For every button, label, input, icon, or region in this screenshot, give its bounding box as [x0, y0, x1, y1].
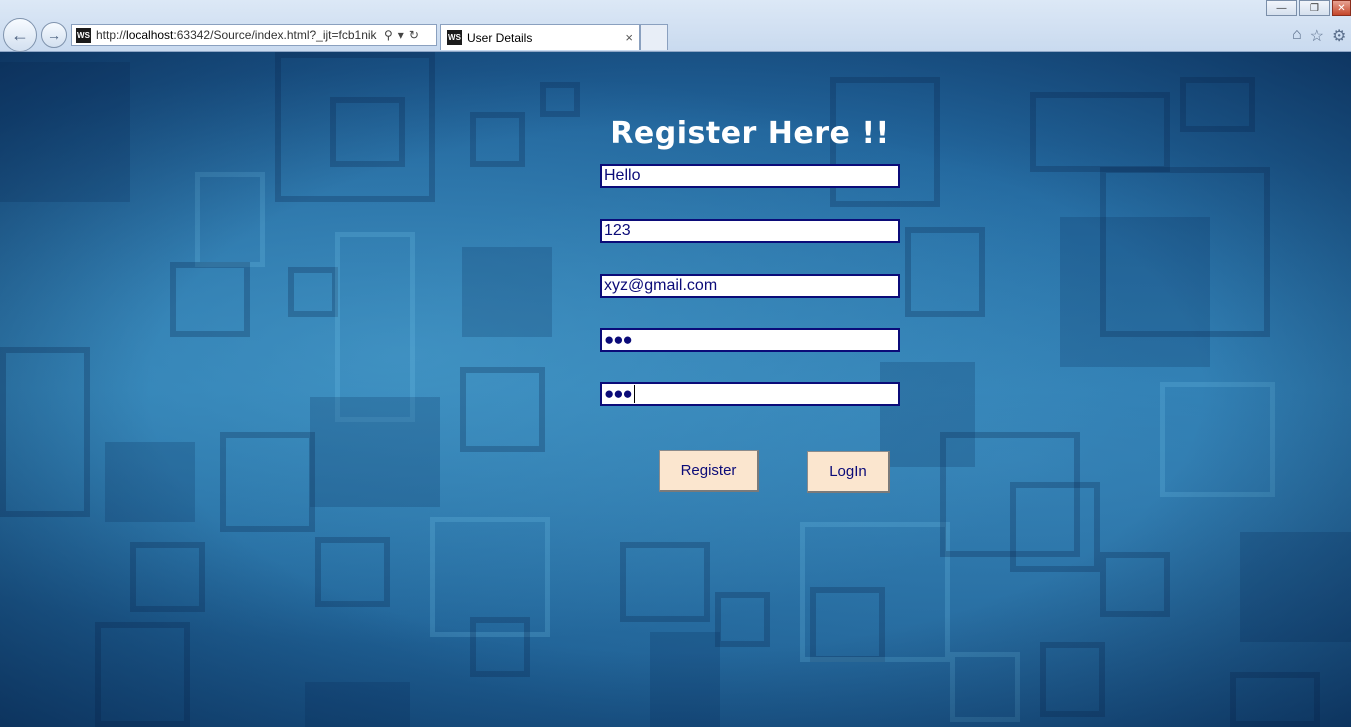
- url-rest: :63342/Source/index.html?_ijt=fcb1nik: [173, 28, 377, 42]
- dropdown-icon[interactable]: ▾: [398, 28, 404, 42]
- tab-close-icon[interactable]: ×: [625, 30, 633, 45]
- confirm-password-value: ●●●: [604, 384, 633, 403]
- url-prefix: http://: [96, 28, 127, 42]
- favorites-star-icon[interactable]: ☆: [1310, 26, 1324, 46]
- minimize-button[interactable]: —: [1266, 0, 1297, 16]
- forward-arrow-icon: →: [47, 27, 61, 43]
- email-value: xyz@gmail.com: [604, 277, 718, 294]
- password-value: ●●●: [604, 330, 633, 349]
- restore-icon: ❐: [1310, 2, 1319, 14]
- new-tab-button[interactable]: [640, 24, 668, 50]
- tab-title: User Details: [467, 30, 533, 45]
- page-title: Register Here !!: [610, 116, 890, 151]
- search-icon[interactable]: ⚲: [384, 28, 393, 42]
- webstorm-favicon-icon: WS: [76, 27, 91, 43]
- password-input[interactable]: ●●●: [600, 328, 900, 352]
- number-value: 123: [604, 222, 631, 239]
- minimize-icon: —: [1276, 2, 1287, 14]
- close-button[interactable]: ✕: [1332, 0, 1351, 16]
- username-value: Hello: [604, 167, 641, 184]
- email-input[interactable]: xyz@gmail.com: [600, 274, 900, 298]
- tab-user-details[interactable]: WS User Details ×: [440, 24, 640, 50]
- forward-button[interactable]: →: [41, 22, 67, 48]
- settings-gear-icon[interactable]: ⚙: [1332, 26, 1346, 46]
- text-caret: [633, 385, 635, 403]
- home-icon[interactable]: ⌂: [1292, 26, 1302, 46]
- register-button[interactable]: Register: [659, 450, 759, 492]
- url-text[interactable]: http://localhost:63342/Source/index.html…: [96, 28, 380, 42]
- page-content: Register Here !! Hello 123 xyz@gmail.com…: [0, 52, 1351, 727]
- back-button[interactable]: ←: [3, 18, 37, 52]
- confirm-password-input[interactable]: ●●●: [600, 382, 900, 406]
- tab-favicon-icon: WS: [447, 30, 462, 45]
- url-host: localhost: [126, 28, 174, 42]
- refresh-icon[interactable]: ↻: [409, 28, 419, 42]
- back-arrow-icon: ←: [11, 24, 29, 45]
- number-input[interactable]: 123: [600, 219, 900, 243]
- browser-chrome: ← → WS http://localhost:63342/Source/ind…: [0, 0, 1351, 52]
- close-icon: ✕: [1337, 2, 1346, 14]
- restore-button[interactable]: ❐: [1299, 0, 1330, 16]
- address-bar[interactable]: WS http://localhost:63342/Source/index.h…: [71, 24, 437, 46]
- username-input[interactable]: Hello: [600, 164, 900, 188]
- login-button[interactable]: LogIn: [807, 451, 890, 493]
